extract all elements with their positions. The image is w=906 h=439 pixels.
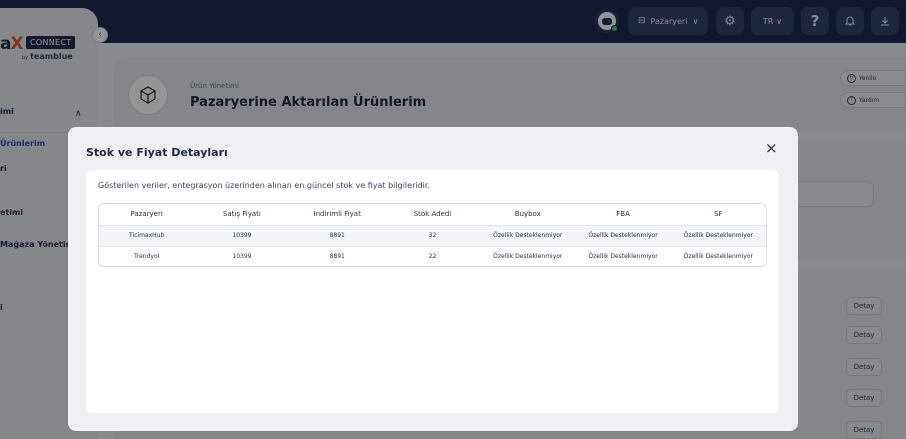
table-cell: 32 xyxy=(384,225,481,246)
table-cell: Özellik Desteklenmiyor xyxy=(575,245,671,266)
column-header: FBA xyxy=(575,204,671,226)
stock-price-modal: Stok ve Fiyat Detayları × Gösterilen ver… xyxy=(68,127,798,431)
column-header: Buybox xyxy=(480,204,576,226)
table-cell: Özellik Desteklenmiyor xyxy=(670,225,766,246)
table-cell: 8891 xyxy=(289,225,385,246)
table-cell: 22 xyxy=(384,245,481,266)
table-cell: 8891 xyxy=(289,245,385,266)
table-cell: 10399 xyxy=(194,225,290,246)
modal-body: Gösterilen veriler, entegrasyon üzerinde… xyxy=(86,170,779,413)
close-icon[interactable]: × xyxy=(765,141,778,156)
column-header: İndirimli Fiyat xyxy=(289,204,385,226)
info-text: Gösterilen veriler, entegrasyon üzerinde… xyxy=(98,181,430,190)
table-cell: Özellik Desteklenmiyor xyxy=(670,245,766,266)
table-cell: TicimaxHub xyxy=(99,225,195,246)
table-cell: Trendyol xyxy=(99,245,195,266)
table-row: TicimaxHub 10399 8891 32 Özellik Destekl… xyxy=(99,225,766,246)
table-cell: Özellik Desteklenmiyor xyxy=(480,225,576,246)
stock-table: Pazaryeri Satış Fiyatı İndirimli Fiyat S… xyxy=(98,203,767,267)
column-header: Pazaryeri xyxy=(99,204,195,226)
column-header: SF xyxy=(670,204,766,226)
modal-title: Stok ve Fiyat Detayları xyxy=(86,146,228,159)
table-header-row: Pazaryeri Satış Fiyatı İndirimli Fiyat S… xyxy=(99,204,766,226)
table-cell: Özellik Desteklenmiyor xyxy=(480,245,576,266)
column-header: Satış Fiyatı xyxy=(194,204,290,226)
column-header: Stok Adedi xyxy=(384,204,481,226)
table-row: Trendyol 10399 8891 22 Özellik Desteklen… xyxy=(99,245,766,266)
table-cell: 10399 xyxy=(194,245,290,266)
table-cell: Özellik Desteklenmiyor xyxy=(575,225,671,246)
